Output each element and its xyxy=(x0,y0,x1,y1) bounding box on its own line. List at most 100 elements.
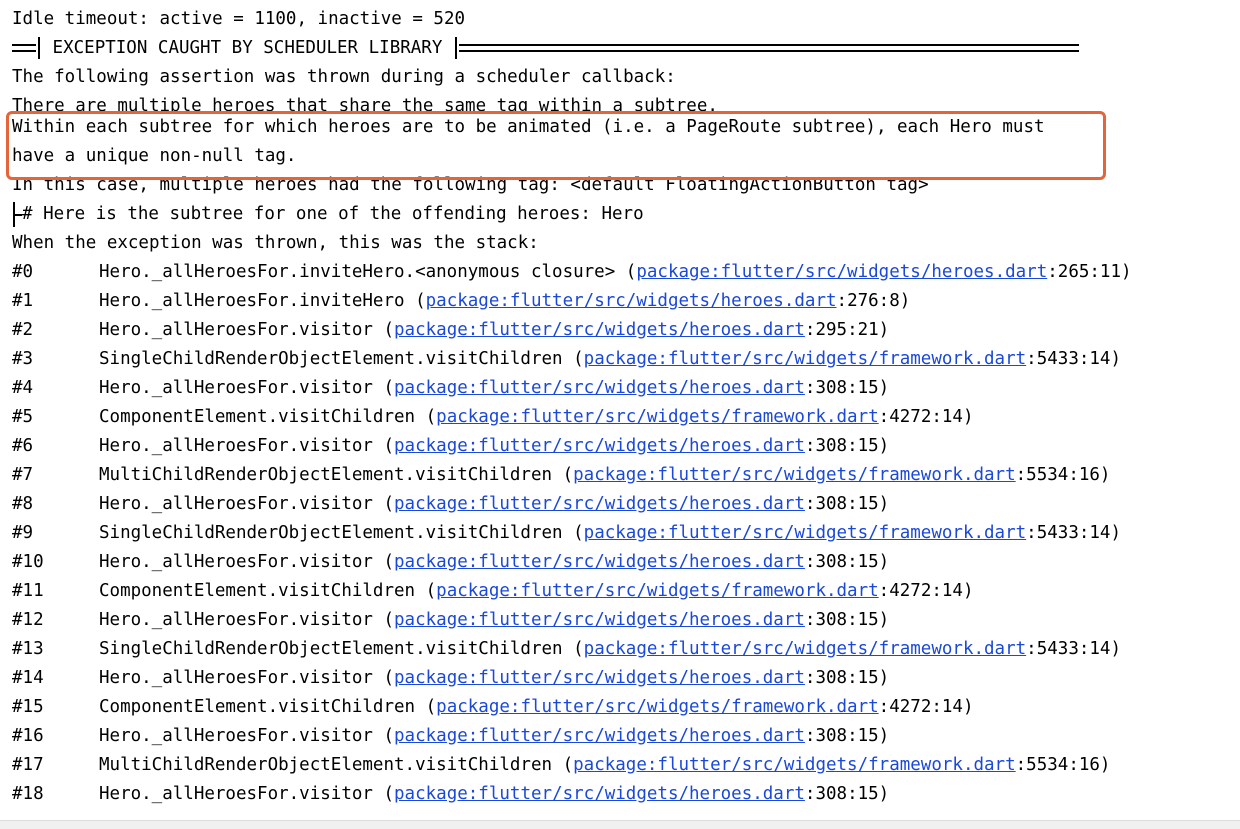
frame-number: #2 xyxy=(12,320,34,340)
stack-frame: #17 MultiChildRenderObjectElement.visitCh… xyxy=(12,751,1240,780)
source-link[interactable]: package:flutter/src/widgets/heroes.dart xyxy=(394,784,805,804)
frame-function: Hero._allHeroesFor.visitor ( xyxy=(99,436,395,456)
tag-line: In this case, multiple heroes had the fo… xyxy=(12,175,929,195)
source-link[interactable]: package:flutter/src/widgets/framework.da… xyxy=(436,407,879,427)
stack-frame: #3 SingleChildRenderObjectElement.visitCh… xyxy=(12,345,1240,374)
frame-location: :308:15) xyxy=(804,610,890,630)
frame-location: :295:21) xyxy=(804,320,890,340)
frame-location: :4272:14) xyxy=(878,581,974,601)
subtree-text: # Here is the subtree for one of the off… xyxy=(22,204,644,224)
assertion-line: The following assertion was thrown durin… xyxy=(12,67,676,87)
frame-location: :276:8) xyxy=(836,291,911,311)
frame-number: #5 xyxy=(12,407,34,427)
stack-frame: #5 ComponentElement.visitChildren (packag… xyxy=(12,403,1240,432)
source-link[interactable]: package:flutter/src/widgets/heroes.dart xyxy=(426,291,837,311)
frame-function: MultiChildRenderObjectElement.visitChild… xyxy=(99,755,574,775)
frame-location: :4272:14) xyxy=(878,407,974,427)
source-link[interactable]: package:flutter/src/widgets/heroes.dart xyxy=(394,726,805,746)
banner-rule-right xyxy=(458,44,1079,52)
banner-pipe-right xyxy=(454,37,457,59)
source-link[interactable]: package:flutter/src/widgets/framework.da… xyxy=(584,523,1027,543)
frame-number: #16 xyxy=(12,726,44,746)
idle-timeout-line: Idle timeout: active = 1100, inactive = … xyxy=(12,9,466,29)
banner-pipe-left xyxy=(38,37,40,59)
frame-number: #3 xyxy=(12,349,34,369)
stack-frame: #10 Hero._allHeroesFor.visitor (package:f… xyxy=(12,548,1240,577)
frame-number: #1 xyxy=(12,291,34,311)
stack-frame: #1 Hero._allHeroesFor.inviteHero (package… xyxy=(12,287,1240,316)
frame-number: #12 xyxy=(12,610,44,630)
frame-location: :308:15) xyxy=(804,726,890,746)
stack-frame: #11 ComponentElement.visitChildren (packa… xyxy=(12,577,1240,606)
frame-location: :5534:16) xyxy=(1015,755,1111,775)
source-link[interactable]: package:flutter/src/widgets/heroes.dart xyxy=(394,320,805,340)
frame-function: Hero._allHeroesFor.visitor ( xyxy=(99,552,395,572)
horizontal-scrollbar[interactable] xyxy=(0,820,1240,829)
stack-frame: #2 Hero._allHeroesFor.visitor (package:fl… xyxy=(12,316,1240,345)
frame-number: #15 xyxy=(12,697,44,717)
source-link[interactable]: package:flutter/src/widgets/framework.da… xyxy=(573,755,1016,775)
frame-location: :308:15) xyxy=(804,668,890,688)
multiple-heroes-line: There are multiple heroes that share the… xyxy=(12,96,718,113)
frame-number: #13 xyxy=(12,639,44,659)
source-link[interactable]: package:flutter/src/widgets/heroes.dart xyxy=(394,668,805,688)
frame-function: Hero._allHeroesFor.visitor ( xyxy=(99,610,395,630)
subtree-line: # Here is the subtree for one of the off… xyxy=(12,200,1240,229)
source-link[interactable]: package:flutter/src/widgets/heroes.dart xyxy=(394,610,805,630)
stack-frame: #9 SingleChildRenderObjectElement.visitCh… xyxy=(12,519,1240,548)
source-link[interactable]: package:flutter/src/widgets/framework.da… xyxy=(436,697,879,717)
frame-location: :308:15) xyxy=(804,784,890,804)
frame-number: #14 xyxy=(12,668,44,688)
frame-number: #17 xyxy=(12,755,44,775)
frame-number: #0 xyxy=(12,262,34,282)
frame-location: :308:15) xyxy=(804,378,890,398)
highlight-line-2: have a unique non-null tag. xyxy=(12,146,297,166)
frame-function: Hero._allHeroesFor.visitor ( xyxy=(99,784,395,804)
console-output: Idle timeout: active = 1100, inactive = … xyxy=(12,5,1240,809)
frame-function: ComponentElement.visitChildren ( xyxy=(99,581,437,601)
stack-frame: #12 Hero._allHeroesFor.visitor (package:f… xyxy=(12,606,1240,635)
frame-function: Hero._allHeroesFor.visitor ( xyxy=(99,668,395,688)
source-link[interactable]: package:flutter/src/widgets/framework.da… xyxy=(584,349,1027,369)
frame-location: :308:15) xyxy=(804,436,890,456)
tree-branch-icon xyxy=(12,200,22,229)
stack-frame: #6 Hero._allHeroesFor.visitor (package:fl… xyxy=(12,432,1240,461)
frame-function: ComponentElement.visitChildren ( xyxy=(99,697,437,717)
banner-title: EXCEPTION CAUGHT BY SCHEDULER LIBRARY xyxy=(52,38,443,58)
stack-frame: #0 Hero._allHeroesFor.inviteHero.<anonymo… xyxy=(12,258,1240,287)
frame-location: :5433:14) xyxy=(1026,523,1121,543)
stack-frame: #8 Hero._allHeroesFor.visitor (package:fl… xyxy=(12,490,1240,519)
frame-function: SingleChildRenderObjectElement.visitChil… xyxy=(99,639,584,659)
frame-location: :308:15) xyxy=(804,552,890,572)
source-link[interactable]: package:flutter/src/widgets/heroes.dart xyxy=(636,262,1047,282)
frame-location: :4272:14) xyxy=(878,697,974,717)
source-link[interactable]: package:flutter/src/widgets/framework.da… xyxy=(573,465,1016,485)
source-link[interactable]: package:flutter/src/widgets/framework.da… xyxy=(436,581,879,601)
source-link[interactable]: package:flutter/src/widgets/heroes.dart xyxy=(394,494,805,514)
stack-frame: #13 SingleChildRenderObjectElement.visitC… xyxy=(12,635,1240,664)
exception-banner: EXCEPTION CAUGHT BY SCHEDULER LIBRARY xyxy=(12,34,1240,63)
stack-frame: #4 Hero._allHeroesFor.visitor (package:fl… xyxy=(12,374,1240,403)
frame-function: Hero._allHeroesFor.visitor ( xyxy=(99,378,395,398)
source-link[interactable]: package:flutter/src/widgets/framework.da… xyxy=(584,639,1027,659)
frame-function: Hero._allHeroesFor.visitor ( xyxy=(99,726,395,746)
stack-frame: #16 Hero._allHeroesFor.visitor (package:f… xyxy=(12,722,1240,751)
stack-intro-line: When the exception was thrown, this was … xyxy=(12,233,539,253)
stack-frame: #14 Hero._allHeroesFor.visitor (package:f… xyxy=(12,664,1240,693)
frame-number: #7 xyxy=(12,465,34,485)
frame-function: ComponentElement.visitChildren ( xyxy=(99,407,437,427)
highlight-line-1: Within each subtree for which heroes are… xyxy=(12,117,1045,137)
source-link[interactable]: package:flutter/src/widgets/heroes.dart xyxy=(394,436,805,456)
source-link[interactable]: package:flutter/src/widgets/heroes.dart xyxy=(394,552,805,572)
frame-location: :5433:14) xyxy=(1026,349,1121,369)
banner-rule-left xyxy=(12,44,36,52)
frame-number: #10 xyxy=(12,552,44,572)
frame-location: :265:11) xyxy=(1047,262,1132,282)
frame-location: :5534:16) xyxy=(1015,465,1111,485)
frame-number: #8 xyxy=(12,494,34,514)
frame-function: Hero._allHeroesFor.inviteHero ( xyxy=(99,291,426,311)
frame-function: Hero._allHeroesFor.inviteHero.<anonymous… xyxy=(99,262,637,282)
source-link[interactable]: package:flutter/src/widgets/heroes.dart xyxy=(394,378,805,398)
frame-number: #4 xyxy=(12,378,34,398)
stack-trace: #0 Hero._allHeroesFor.inviteHero.<anonymo… xyxy=(12,258,1240,809)
